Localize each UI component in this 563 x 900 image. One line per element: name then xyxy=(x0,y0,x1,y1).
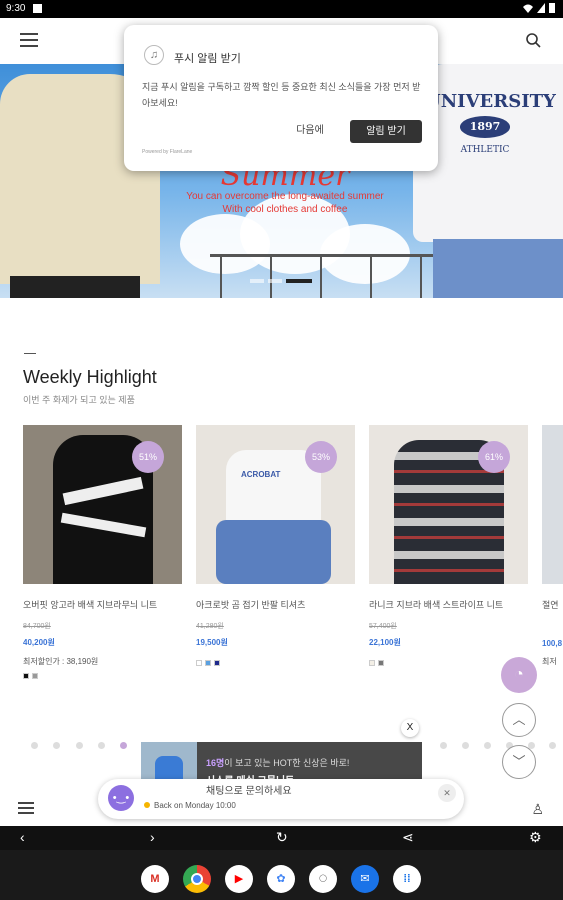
chat-close-button[interactable]: ✕ xyxy=(438,784,456,802)
hero-subtitle-line1: You can overcome the long-awaited summer xyxy=(186,191,384,202)
signal-icon xyxy=(537,3,545,13)
user-icon[interactable]: ♙ xyxy=(531,801,544,818)
hero-pagination[interactable] xyxy=(250,279,312,283)
sale-price: 22,100원 xyxy=(369,638,401,647)
push-permission-dialog: ♫ 푸시 알림 받기 지금 푸시 알림을 구독하고 깜짝 할인 등 중요한 최신… xyxy=(124,25,438,171)
banner-line1: 16명이 보고 있는 HOT한 신상은 바로! xyxy=(206,756,349,769)
refresh-icon[interactable]: ↻ xyxy=(276,829,288,846)
scroll-down-button[interactable]: ﹀ xyxy=(502,745,536,779)
chat-widget[interactable]: •‿• 채팅으로 문의하세요 Back on Monday 10:00 ✕ xyxy=(98,779,464,819)
original-price: 41,280원 xyxy=(196,623,224,630)
bottom-menu-icon[interactable] xyxy=(18,802,34,814)
powered-by: Powered by FlareLane xyxy=(142,149,193,155)
tee-print-athletic: ATHLETIC xyxy=(460,145,510,155)
sale-price: 40,200원 xyxy=(23,638,55,647)
product-card[interactable]: 51% 오버핏 앙고라 배색 지브라무늬 니트 84,700원 40,200원 … xyxy=(23,425,182,679)
color-swatches xyxy=(196,660,355,666)
hero-subtitle: You can overcome the long-awaited summer… xyxy=(160,190,410,216)
forward-icon[interactable]: › xyxy=(150,829,155,845)
product-card[interactable]: ACROBAT 53% 아크로밧 곰 접기 반팔 티셔츠 41,280원 19,… xyxy=(196,425,355,666)
product-name: 오버핏 앙고라 배색 지브라무늬 니트 xyxy=(23,600,158,610)
status-icons xyxy=(523,3,555,13)
product-name: 절연 xyxy=(542,600,559,610)
gmail-icon[interactable]: M xyxy=(141,865,169,893)
search-icon[interactable] xyxy=(525,32,541,48)
section-title: Weekly Highlight xyxy=(23,367,157,387)
clock-icon: ◔ xyxy=(514,666,524,683)
duo-icon[interactable]: ◯ xyxy=(309,865,337,893)
battery-icon xyxy=(549,3,555,13)
apps-icon[interactable]: ⁞⁞ xyxy=(393,865,421,893)
banner-close-button[interactable]: X xyxy=(401,719,419,737)
original-price: 57,400원 xyxy=(369,623,397,630)
wifi-icon xyxy=(523,4,533,13)
product-card[interactable]: 61% 라니크 지브라 배색 스트라이프 니트 57,400원 22,100원 xyxy=(369,425,528,666)
chat-bot-icon: •‿• xyxy=(108,785,134,811)
product-name: 라니크 지브라 배색 스트라이프 니트 xyxy=(369,600,504,610)
product-card[interactable]: 절연 100,8 최저 xyxy=(542,425,563,667)
chevron-up-icon: ︿ xyxy=(512,712,526,727)
hero-subtitle-line2: With cool clothes and coffee xyxy=(222,204,348,215)
dialog-body: 지금 푸시 알림을 구독하고 깜짝 할인 등 중요한 최신 소식들을 가장 먼저… xyxy=(142,82,421,108)
allow-notifications-button[interactable]: 알림 받기 xyxy=(350,120,422,143)
color-swatches xyxy=(23,673,182,679)
product-image[interactable]: ACROBAT 53% xyxy=(196,425,355,584)
discount-badge: 53% xyxy=(305,441,337,473)
settings-icon[interactable]: ⚙ xyxy=(529,829,542,846)
product-image[interactable]: 61% xyxy=(369,425,528,584)
tee-print-university: UNIVERSITY xyxy=(425,91,556,112)
photos-icon[interactable]: ✿ xyxy=(267,865,295,893)
chrome-icon[interactable] xyxy=(183,865,211,893)
browser-toolbar: ‹ › ↻ ⋖ ⚙ xyxy=(0,826,563,850)
chat-title: 채팅으로 문의하세요 xyxy=(206,786,292,797)
bell-icon: ♫ xyxy=(144,45,164,65)
product-name: 아크로밧 곰 접기 반팔 티셔츠 xyxy=(196,600,306,610)
original-price: 84,700원 xyxy=(23,623,51,630)
lowest-price: 최저할인가 : 38,190원 xyxy=(23,657,99,666)
banner-line1-rest: 이 보고 있는 HOT한 신상은 바로! xyxy=(224,758,350,768)
sale-price: 19,500원 xyxy=(196,638,228,647)
app-dock: M ▶ ✿ ◯ ✉ ⁞⁞ xyxy=(0,850,563,900)
tee-print: UNIVERSITY 1897 ATHLETIC xyxy=(425,92,556,160)
share-icon[interactable]: ⋖ xyxy=(402,829,414,846)
discount-badge: 51% xyxy=(132,441,164,473)
recent-view-button[interactable]: ◔ xyxy=(501,657,537,693)
tee-print-number: 1897 xyxy=(459,116,511,138)
dialog-title: 푸시 알림 받기 xyxy=(174,53,241,65)
product-image[interactable]: 51% xyxy=(23,425,182,584)
youtube-icon[interactable]: ▶ xyxy=(225,865,253,893)
viewer-count: 16명 xyxy=(206,758,225,768)
section-divider xyxy=(24,353,36,354)
status-time: 9:30 xyxy=(6,3,26,14)
discount-badge: 61% xyxy=(478,441,510,473)
status-bar: 9:30 xyxy=(0,0,563,18)
back-icon[interactable]: ‹ xyxy=(20,829,25,845)
messages-icon[interactable]: ✉ xyxy=(351,865,379,893)
sale-price: 100,8 xyxy=(542,639,563,648)
scroll-up-button[interactable]: ︿ xyxy=(502,703,536,737)
lowest-price: 최저 xyxy=(542,657,557,666)
notification-icon xyxy=(33,4,42,13)
chat-hours: Back on Monday 10:00 xyxy=(144,801,236,810)
product-image[interactable] xyxy=(542,425,563,584)
section-subtitle: 이번 주 화제가 되고 있는 제품 xyxy=(23,395,135,405)
chevron-down-icon: ﹀ xyxy=(512,754,526,769)
menu-icon[interactable] xyxy=(20,33,38,47)
later-button[interactable]: 다음에 xyxy=(284,121,336,141)
